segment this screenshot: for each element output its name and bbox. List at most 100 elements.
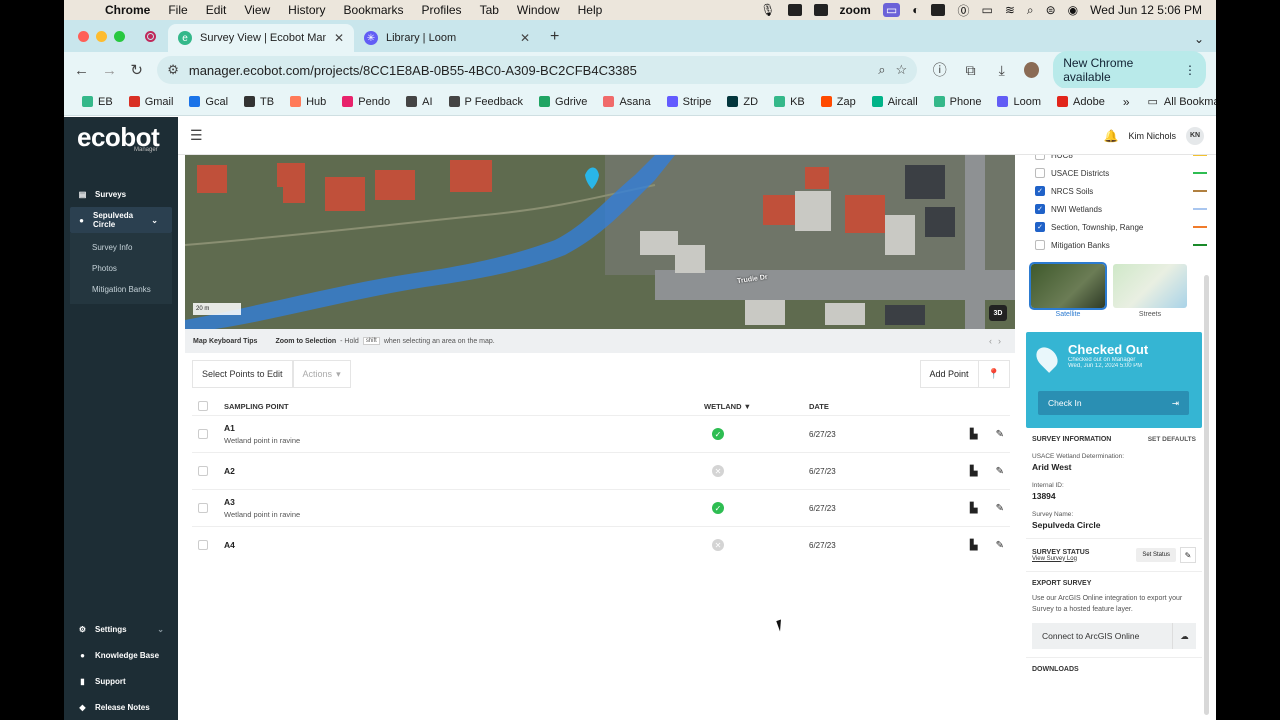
url-text[interactable]: manager.ecobot.com/projects/8CC1E8AB-0B5… — [189, 63, 868, 78]
address-bar[interactable]: ⚙ manager.ecobot.com/projects/8CC1E8AB-0… — [157, 56, 918, 84]
layer-checkbox[interactable] — [1035, 155, 1045, 160]
back-button[interactable]: ← — [74, 62, 89, 79]
col-sampling-point[interactable]: SAMPLING POINT — [224, 402, 704, 411]
tab-search-chevron-icon[interactable]: ⌄ — [1182, 32, 1216, 52]
table-row[interactable]: A4 ✕ 6/27/23 ▙ ✎ — [192, 526, 1010, 563]
point-name[interactable]: A3 — [224, 497, 704, 507]
screen-share-icon[interactable]: ▭ — [882, 3, 901, 17]
tab-ecobot[interactable]: e Survey View | Ecobot Manage ✕ — [168, 24, 354, 52]
menu-help[interactable]: Help — [569, 3, 612, 17]
menu-history[interactable]: History — [279, 3, 334, 17]
microphone-icon[interactable]: 🎙 — [760, 3, 775, 17]
bookmark-ai[interactable]: AI — [398, 96, 440, 108]
right-panel-scrollbar[interactable] — [1204, 275, 1209, 715]
search-icon[interactable]: ⌕ — [1027, 3, 1034, 18]
basemap-streets[interactable]: Streets — [1113, 264, 1187, 318]
password-manager-icon[interactable]: ⓘ — [931, 60, 948, 80]
all-bookmarks-button[interactable]: ▭ All Bookmarks — [1140, 95, 1216, 109]
menu-edit[interactable]: Edit — [197, 3, 236, 17]
bookmark-zd[interactable]: ZD — [719, 96, 766, 108]
layer-item[interactable]: Mitigation Banks — [1035, 236, 1211, 254]
bookmark-tb[interactable]: TB — [236, 96, 282, 108]
row-checkbox[interactable] — [198, 540, 208, 550]
row-checkbox[interactable] — [198, 466, 208, 476]
dropbox-icon[interactable] — [813, 4, 828, 16]
menu-tab[interactable]: Tab — [471, 3, 508, 17]
notification-bell-icon[interactable]: 🔔 — [1104, 129, 1119, 143]
edit-icon[interactable]: ✎ — [996, 503, 1004, 514]
select-points-button[interactable]: Select Points to Edit — [192, 360, 293, 388]
download-icon[interactable]: ⤓ — [993, 62, 1010, 79]
sidebar-subitem-photos[interactable]: Photos — [70, 258, 172, 279]
set-status-button[interactable]: Set Status — [1136, 548, 1176, 562]
edit-icon[interactable]: ✎ — [996, 429, 1004, 440]
menu-app-name[interactable]: Chrome — [96, 3, 159, 17]
control-center-icon[interactable]: ⊜ — [1046, 3, 1056, 17]
layer-checkbox[interactable]: ✓ — [1035, 204, 1045, 214]
edit-status-icon[interactable]: ✎ — [1180, 547, 1196, 563]
menubar-datetime[interactable]: Wed Jun 12 5:06 PM — [1090, 3, 1202, 17]
bookmark-aircall[interactable]: Aircall — [864, 96, 926, 108]
pdf-icon[interactable]: ▙ — [970, 466, 978, 477]
sidebar-subitem-survey-info[interactable]: Survey Info — [70, 237, 172, 258]
user-avatar[interactable]: KN — [1186, 126, 1204, 145]
sidebar-item-surveys[interactable]: ▤ Surveys — [64, 181, 178, 207]
bookmark-p-feedback[interactable]: P Feedback — [441, 96, 532, 108]
bookmark-gcal[interactable]: Gcal — [181, 96, 236, 108]
layer-item[interactable]: USACE Districts — [1035, 164, 1211, 182]
maximize-window-button[interactable] — [114, 30, 125, 42]
layer-item[interactable]: ✓ Section, Township, Range — [1035, 218, 1211, 236]
connect-arcgis-button[interactable]: Connect to ArcGIS Online ☁ — [1032, 623, 1196, 649]
layer-checkbox[interactable]: ✓ — [1035, 222, 1045, 232]
zoom-status-icon[interactable]: zoom — [840, 3, 871, 17]
pdf-icon[interactable]: ▙ — [970, 540, 978, 551]
bookmark-hub[interactable]: Hub — [282, 96, 334, 108]
hamburger-menu-icon[interactable]: ☰ — [190, 127, 203, 144]
add-point-button[interactable]: Add Point 📍 — [919, 360, 1010, 388]
point-name[interactable]: A2 — [224, 466, 704, 476]
table-row[interactable]: A3 Wetland point in ravine ✓ 6/27/23 ▙ ✎ — [192, 489, 1010, 526]
bookmark-eb[interactable]: EB — [74, 96, 121, 108]
layer-checkbox[interactable] — [1035, 240, 1045, 250]
ecobot-logo[interactable]: ecobot — [64, 117, 178, 151]
creative-cloud-icon[interactable] — [787, 4, 802, 16]
user-name[interactable]: Kim Nichols — [1128, 131, 1176, 141]
layer-item[interactable]: ✓ NWI Wetlands — [1035, 200, 1211, 218]
menu-window[interactable]: Window — [508, 3, 569, 17]
battery-icon[interactable]: ▭ — [981, 3, 992, 17]
edit-icon[interactable]: ✎ — [996, 466, 1004, 477]
actions-dropdown[interactable]: Actions ▾ — [292, 360, 351, 388]
basemap-satellite[interactable]: Satellite — [1029, 262, 1107, 318]
sidebar-item-release-notes[interactable]: ◆ Release Notes — [64, 694, 178, 720]
recording-icon[interactable] — [145, 30, 156, 42]
point-name[interactable]: A1 — [224, 423, 704, 433]
kebab-menu-icon[interactable]: ⋮ — [1184, 63, 1196, 77]
sidebar-subitem-mitigation-banks[interactable]: Mitigation Banks — [70, 279, 172, 300]
close-tab-icon[interactable]: ✕ — [520, 31, 530, 45]
layer-checkbox[interactable] — [1035, 168, 1045, 178]
pdf-icon[interactable]: ▙ — [970, 503, 978, 514]
zoom-magnifier-icon[interactable]: ⌕ — [878, 62, 885, 78]
reload-button[interactable]: ↻ — [130, 61, 143, 79]
bookmark-gmail[interactable]: Gmail — [121, 96, 182, 108]
wifi-icon[interactable]: ≋ — [1005, 3, 1015, 17]
extensions-icon[interactable]: ⧉ — [962, 62, 979, 79]
speed-icon[interactable]: ◐ — [912, 3, 919, 17]
sidebar-item-support[interactable]: ▮ Support — [64, 668, 178, 694]
bookmark-adobe[interactable]: Adobe — [1049, 96, 1113, 108]
bookmark-asana[interactable]: Asana — [595, 96, 658, 108]
menu-profiles[interactable]: Profiles — [413, 3, 471, 17]
bookmark-loom[interactable]: Loom — [989, 96, 1049, 108]
set-defaults-link[interactable]: SET DEFAULTS — [1148, 436, 1196, 443]
layer-item[interactable]: ✓ NRCS Soils — [1035, 182, 1211, 200]
menu-file[interactable]: File — [159, 3, 196, 17]
table-row[interactable]: A2 ✕ 6/27/23 ▙ ✎ — [192, 452, 1010, 489]
pdf-icon[interactable]: ▙ — [970, 429, 978, 440]
tips-nav-arrows-icon[interactable]: ‹› — [989, 336, 1007, 346]
bookmark-zap[interactable]: Zap — [813, 96, 864, 108]
row-checkbox[interactable] — [198, 503, 208, 513]
tab-loom[interactable]: ✳ Library | Loom ✕ — [354, 24, 540, 52]
more-bookmarks-button[interactable]: » — [1113, 95, 1140, 109]
new-chrome-available-button[interactable]: New Chrome available ⋮ — [1053, 51, 1207, 89]
row-checkbox[interactable] — [198, 429, 208, 439]
